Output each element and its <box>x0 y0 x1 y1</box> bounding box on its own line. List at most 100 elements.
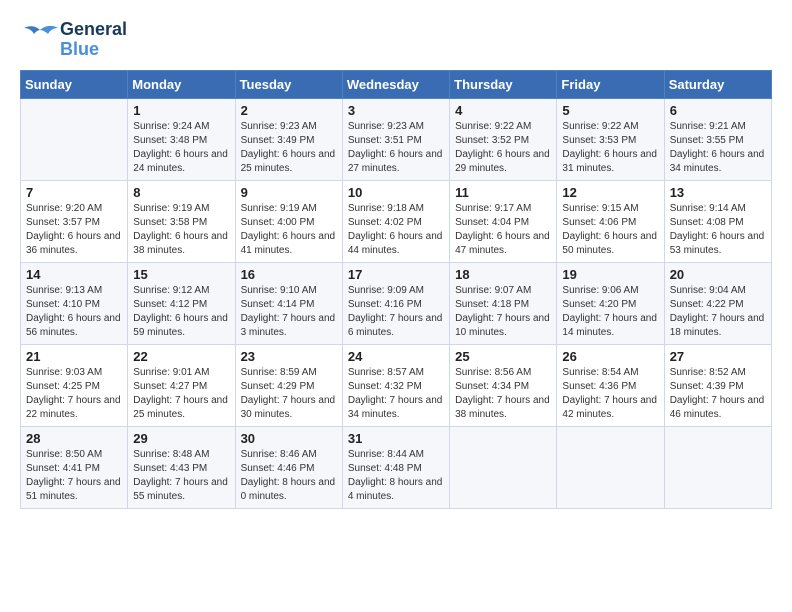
sunset-text: Sunset: 4:25 PM <box>26 380 122 394</box>
calendar-cell: 12Sunrise: 9:15 AMSunset: 4:06 PMDayligh… <box>557 181 664 263</box>
day-number: 9 <box>241 185 337 200</box>
day-info: Sunrise: 9:22 AMSunset: 3:53 PMDaylight:… <box>562 120 658 176</box>
day-info: Sunrise: 9:07 AMSunset: 4:18 PMDaylight:… <box>455 284 551 340</box>
sunset-text: Sunset: 3:48 PM <box>133 134 229 148</box>
daylight-text: Daylight: 8 hours and 0 minutes. <box>241 476 337 504</box>
calendar-cell: 13 Sunrise: 9:14 AMSunset: 4:08 PMDayligh… <box>664 181 771 263</box>
daylight-text: Daylight: 7 hours and 46 minutes. <box>670 394 766 422</box>
day-info: Sunrise: 8:46 AMSunset: 4:46 PMDaylight:… <box>241 448 337 504</box>
sunrise-text: Sunrise: 9:18 AM <box>348 202 444 216</box>
day-number: 31 <box>348 431 444 446</box>
calendar-cell <box>21 99 128 181</box>
calendar-cell: 7Sunrise: 9:20 AMSunset: 3:57 PMDaylight… <box>21 181 128 263</box>
sunrise-text: Sunrise: 9:01 AM <box>133 366 229 380</box>
calendar-cell: 25Sunrise: 8:56 AMSunset: 4:34 PMDayligh… <box>450 345 557 427</box>
day-number: 19 <box>562 267 658 282</box>
day-number: 7 <box>26 185 122 200</box>
daylight-text: Daylight: 6 hours and 50 minutes. <box>562 230 658 258</box>
day-info: Sunrise: 9:23 AMSunset: 3:51 PMDaylight:… <box>348 120 444 176</box>
sunset-text: Sunset: 3:58 PM <box>133 216 229 230</box>
daylight-text: Daylight: 6 hours and 34 minutes. <box>670 148 766 176</box>
day-info: Sunrise: 9:06 AMSunset: 4:20 PMDaylight:… <box>562 284 658 340</box>
sunrise-text: Sunrise: 9:12 AM <box>133 284 229 298</box>
day-info: Sunrise: 8:57 AMSunset: 4:32 PMDaylight:… <box>348 366 444 422</box>
sunset-text: Sunset: 3:51 PM <box>348 134 444 148</box>
sunrise-text: Sunrise: 9:19 AM <box>241 202 337 216</box>
weekday-header: Sunday <box>21 71 128 99</box>
sunset-text: Sunset: 4:00 PM <box>241 216 337 230</box>
daylight-text: Daylight: 7 hours and 10 minutes. <box>455 312 551 340</box>
day-info: Sunrise: 9:13 AMSunset: 4:10 PMDaylight:… <box>26 284 122 340</box>
day-info: Sunrise: 9:23 AMSunset: 3:49 PMDaylight:… <box>241 120 337 176</box>
calendar-cell: 23 Sunrise: 8:59 AMSunset: 4:29 PMDayligh… <box>235 345 342 427</box>
day-info: Sunrise: 9:09 AMSunset: 4:16 PMDaylight:… <box>348 284 444 340</box>
calendar-cell: 16Sunrise: 9:10 AMSunset: 4:14 PMDayligh… <box>235 263 342 345</box>
day-number: 16 <box>241 267 337 282</box>
logo-blue-text: Blue <box>60 40 127 60</box>
sunset-text: Sunset: 3:52 PM <box>455 134 551 148</box>
sunrise-text: Sunrise: 9:21 AM <box>670 120 766 134</box>
calendar-cell: 2Sunrise: 9:23 AMSunset: 3:49 PMDaylight… <box>235 99 342 181</box>
day-info: Sunrise: 8:44 AMSunset: 4:48 PMDaylight:… <box>348 448 444 504</box>
sunrise-text: Sunrise: 9:22 AM <box>455 120 551 134</box>
daylight-text: Daylight: 7 hours and 22 minutes. <box>26 394 122 422</box>
sunset-text: Sunset: 4:46 PM <box>241 462 337 476</box>
daylight-text: Daylight: 6 hours and 44 minutes. <box>348 230 444 258</box>
daylight-text: Daylight: 6 hours and 59 minutes. <box>133 312 229 340</box>
daylight-text: Daylight: 6 hours and 29 minutes. <box>455 148 551 176</box>
daylight-text: Daylight: 8 hours and 4 minutes. <box>348 476 444 504</box>
day-number: 28 <box>26 431 122 446</box>
sunset-text: Sunset: 4:34 PM <box>455 380 551 394</box>
daylight-text: Daylight: 7 hours and 6 minutes. <box>348 312 444 340</box>
sunrise-text: Sunrise: 9:15 AM <box>562 202 658 216</box>
logo-general-text: General <box>60 20 127 40</box>
calendar-cell: 4 Sunrise: 9:22 AMSunset: 3:52 PMDaylight… <box>450 99 557 181</box>
daylight-text: Daylight: 7 hours and 34 minutes. <box>348 394 444 422</box>
day-number: 13 <box>670 185 766 200</box>
day-info: Sunrise: 8:59 AMSunset: 4:29 PMDaylight:… <box>241 366 337 422</box>
calendar-cell: 24 Sunrise: 8:57 AMSunset: 4:32 PMDayligh… <box>342 345 449 427</box>
daylight-text: Daylight: 6 hours and 53 minutes. <box>670 230 766 258</box>
sunset-text: Sunset: 4:43 PM <box>133 462 229 476</box>
day-info: Sunrise: 8:54 AMSunset: 4:36 PMDaylight:… <box>562 366 658 422</box>
calendar-cell: 11Sunrise: 9:17 AMSunset: 4:04 PMDayligh… <box>450 181 557 263</box>
sunset-text: Sunset: 4:14 PM <box>241 298 337 312</box>
sunrise-text: Sunrise: 9:14 AM <box>670 202 766 216</box>
sunset-text: Sunset: 4:16 PM <box>348 298 444 312</box>
calendar-cell <box>557 427 664 509</box>
calendar-cell: 27 Sunrise: 8:52 AMSunset: 4:39 PMDayligh… <box>664 345 771 427</box>
calendar-cell: 14 Sunrise: 9:13 AMSunset: 4:10 PMDayligh… <box>21 263 128 345</box>
day-number: 5 <box>562 103 658 118</box>
day-info: Sunrise: 9:12 AMSunset: 4:12 PMDaylight:… <box>133 284 229 340</box>
sunset-text: Sunset: 4:10 PM <box>26 298 122 312</box>
day-info: Sunrise: 9:19 AMSunset: 3:58 PMDaylight:… <box>133 202 229 258</box>
day-number: 4 <box>455 103 551 118</box>
day-number: 6 <box>670 103 766 118</box>
sunrise-text: Sunrise: 9:13 AM <box>26 284 122 298</box>
day-number: 14 <box>26 267 122 282</box>
calendar-cell: 31 Sunrise: 8:44 AMSunset: 4:48 PMDayligh… <box>342 427 449 509</box>
day-number: 24 <box>348 349 444 364</box>
sunset-text: Sunset: 3:53 PM <box>562 134 658 148</box>
day-number: 18 <box>455 267 551 282</box>
weekday-header: Tuesday <box>235 71 342 99</box>
day-number: 27 <box>670 349 766 364</box>
daylight-text: Daylight: 7 hours and 18 minutes. <box>670 312 766 340</box>
calendar-cell: 5 Sunrise: 9:22 AMSunset: 3:53 PMDaylight… <box>557 99 664 181</box>
sunrise-text: Sunrise: 8:48 AM <box>133 448 229 462</box>
sunset-text: Sunset: 4:12 PM <box>133 298 229 312</box>
day-info: Sunrise: 9:17 AMSunset: 4:04 PMDaylight:… <box>455 202 551 258</box>
sunset-text: Sunset: 4:36 PM <box>562 380 658 394</box>
sunrise-text: Sunrise: 8:46 AM <box>241 448 337 462</box>
sunrise-text: Sunrise: 9:10 AM <box>241 284 337 298</box>
sunset-text: Sunset: 4:08 PM <box>670 216 766 230</box>
sunset-text: Sunset: 4:20 PM <box>562 298 658 312</box>
day-number: 23 <box>241 349 337 364</box>
day-info: Sunrise: 8:52 AMSunset: 4:39 PMDaylight:… <box>670 366 766 422</box>
sunset-text: Sunset: 4:41 PM <box>26 462 122 476</box>
calendar-week-row: 1Sunrise: 9:24 AMSunset: 3:48 PMDaylight… <box>21 99 772 181</box>
sunset-text: Sunset: 4:18 PM <box>455 298 551 312</box>
day-number: 15 <box>133 267 229 282</box>
calendar-week-row: 14Sunrise: 9:13 AMSunset: 4:10 PMDayligh… <box>21 263 772 345</box>
day-number: 29 <box>133 431 229 446</box>
